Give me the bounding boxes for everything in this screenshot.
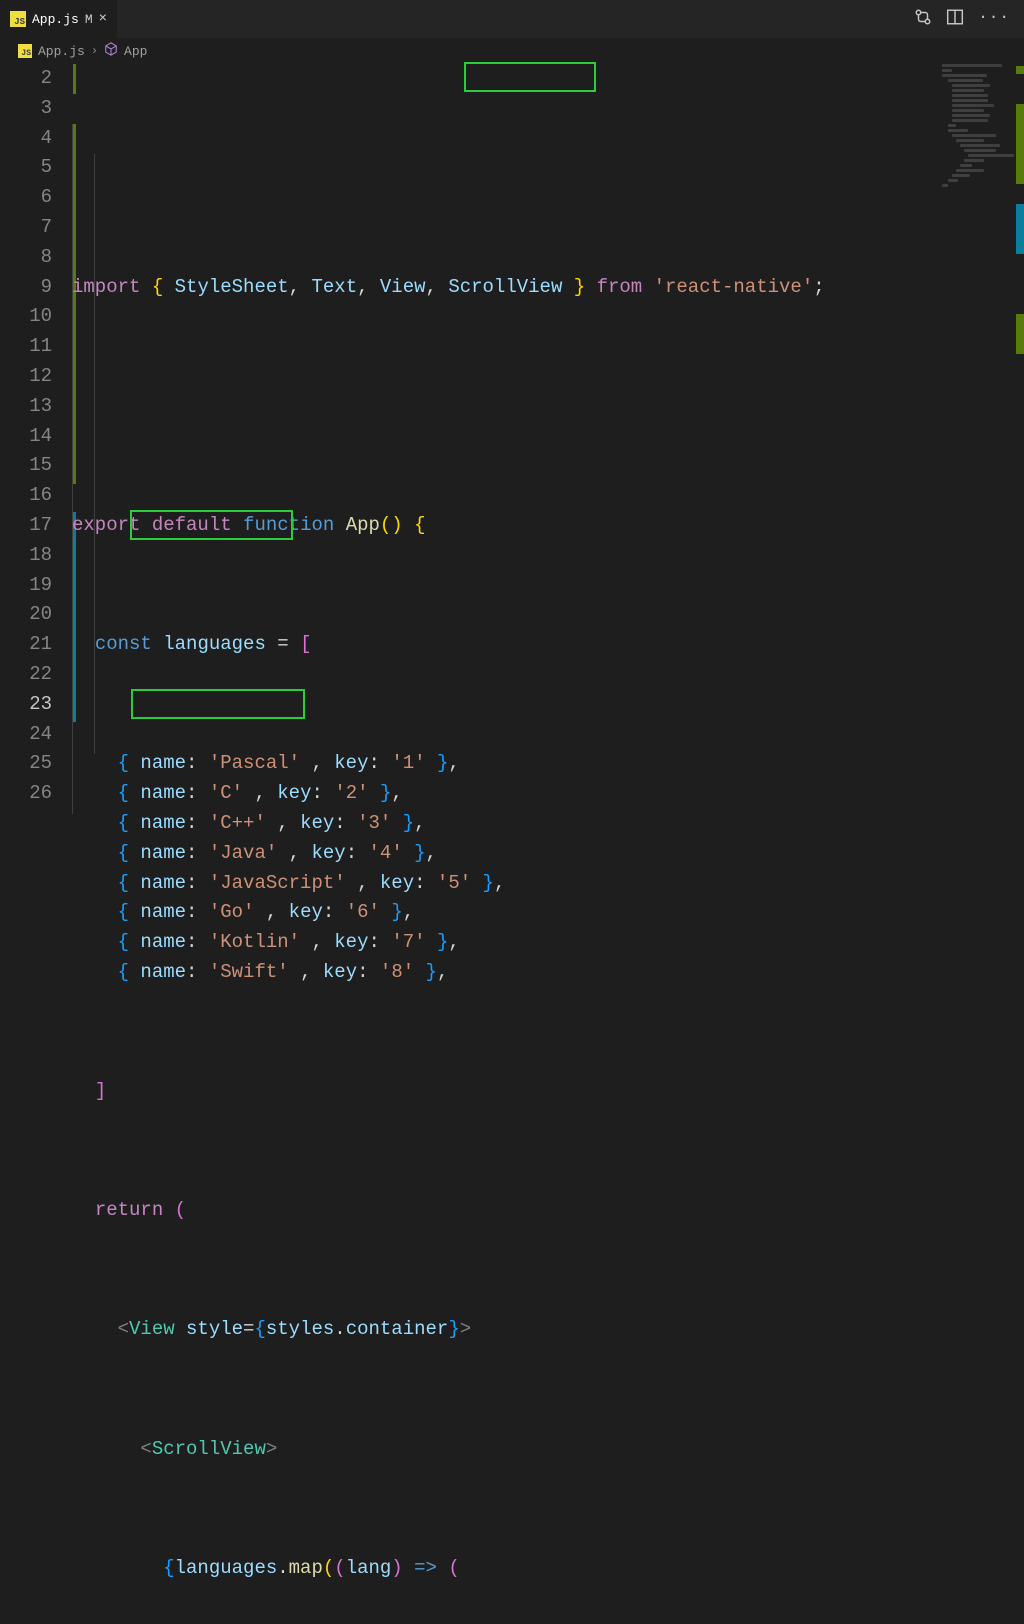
highlight-box [131,689,305,719]
code-line[interactable]: { name: 'C++' , key: '3' }, [72,809,1024,839]
line-number: 6 [0,183,52,213]
line-number: 25 [0,749,52,779]
js-file-icon: JS [10,11,26,27]
code-line[interactable]: { name: 'Swift' , key: '8' }, [72,958,1024,988]
minimap[interactable] [942,64,1012,224]
code-line[interactable]: { name: 'Pascal' , key: '1' }, [72,749,1024,779]
line-number: 2 [0,64,52,94]
line-number: 4 [0,124,52,154]
breadcrumb[interactable]: JS App.js › App [0,38,1024,64]
breadcrumb-symbol[interactable]: App [124,44,147,59]
symbol-method-icon [104,42,118,61]
line-number: 22 [0,660,52,690]
code-content[interactable]: import { StyleSheet, Text, View, ScrollV… [72,64,1024,812]
tabs: JS App.js M × [0,0,117,38]
code-line[interactable]: { name: 'Kotlin' , key: '7' }, [72,928,1024,958]
line-number: 7 [0,213,52,243]
chevron-right-icon: › [91,44,98,58]
line-number: 5 [0,153,52,183]
line-number: 24 [0,720,52,750]
line-number: 12 [0,362,52,392]
line-number: 8 [0,243,52,273]
split-editor-icon[interactable] [946,8,964,31]
breadcrumb-file[interactable]: App.js [38,44,85,59]
code-line[interactable]: { name: 'Go' , key: '6' }, [72,898,1024,928]
line-number: 26 [0,779,52,809]
code-line[interactable]: { name: 'Java' , key: '4' }, [72,839,1024,869]
line-number: 18 [0,541,52,571]
editor-actions: ··· [914,8,1024,31]
scroll-markers [1014,64,1024,812]
line-number: 16 [0,481,52,511]
tab-bar: JS App.js M × ··· [0,0,1024,38]
line-number: 23 [0,690,52,720]
code-line[interactable]: { name: 'JavaScript' , key: '5' }, [72,869,1024,899]
tab-close-icon[interactable]: × [99,11,107,27]
tab-modified-indicator: M [85,12,93,27]
highlight-box [464,62,596,92]
code-editor[interactable]: 2345678910111213141516171819202122232425… [0,64,1024,812]
line-number: 10 [0,302,52,332]
line-number: 3 [0,94,52,124]
line-number: 14 [0,422,52,452]
line-gutter: 2345678910111213141516171819202122232425… [0,64,72,812]
line-number: 13 [0,392,52,422]
line-number: 21 [0,630,52,660]
line-number: 17 [0,511,52,541]
tab-filename: App.js [32,12,79,27]
line-number: 11 [0,332,52,362]
line-number: 20 [0,600,52,630]
line-number: 15 [0,451,52,481]
line-number: 9 [0,273,52,303]
compare-changes-icon[interactable] [914,8,932,31]
line-number: 19 [0,571,52,601]
code-line[interactable]: { name: 'C' , key: '2' }, [72,779,1024,809]
tab-app-js[interactable]: JS App.js M × [0,0,117,38]
js-file-icon: JS [18,44,32,58]
more-actions-icon[interactable]: ··· [978,8,1010,31]
